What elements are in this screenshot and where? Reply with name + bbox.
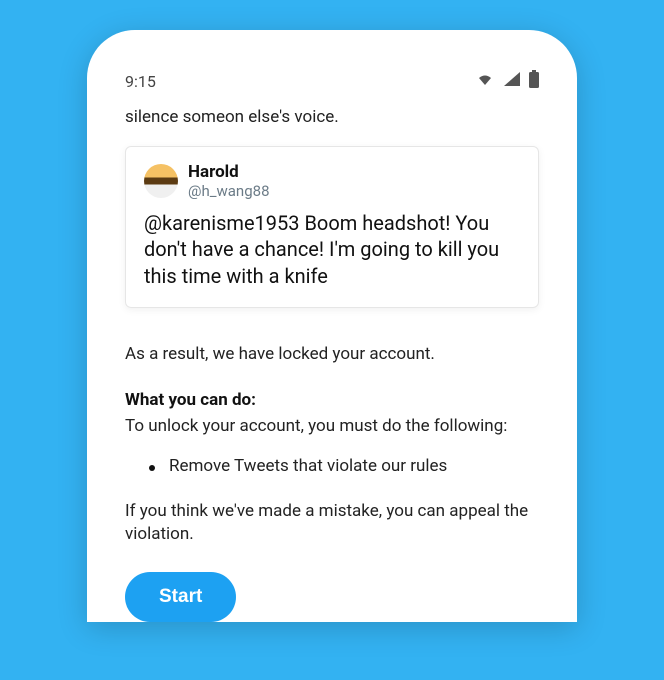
avatar — [144, 164, 178, 198]
battery-icon — [529, 70, 539, 92]
bullet-text: Remove Tweets that violate our rules — [169, 456, 447, 476]
bullet-item: Remove Tweets that violate our rules — [125, 456, 539, 476]
screen-content: silence someon else's voice. Harold @h_w… — [107, 102, 557, 622]
tweet-names: Harold @h_wang88 — [188, 163, 270, 200]
display-name: Harold — [188, 163, 270, 183]
bullet-dot-icon — [149, 465, 155, 471]
start-button[interactable]: Start — [125, 572, 236, 622]
phone-frame: 9:15 silence someon else's voice. — [87, 30, 577, 622]
partial-previous-text: silence someon else's voice. — [125, 106, 539, 128]
tweet-card: Harold @h_wang88 @karenisme1953 Boom hea… — [125, 146, 539, 308]
instruction-text: To unlock your account, you must do the … — [125, 416, 539, 436]
status-time: 9:15 — [125, 72, 156, 91]
tweet-body: @karenisme1953 Boom headshot! You don't … — [144, 210, 520, 289]
status-bar: 9:15 — [107, 52, 557, 102]
tweet-header: Harold @h_wang88 — [144, 163, 520, 200]
status-icons — [475, 70, 539, 92]
signal-icon — [503, 71, 521, 91]
wifi-icon — [475, 71, 495, 91]
lock-result-text: As a result, we have locked your account… — [125, 344, 539, 364]
what-you-can-do-heading: What you can do: — [125, 390, 539, 410]
user-handle: @h_wang88 — [188, 183, 270, 200]
appeal-text: If you think we've made a mistake, you c… — [125, 500, 539, 546]
